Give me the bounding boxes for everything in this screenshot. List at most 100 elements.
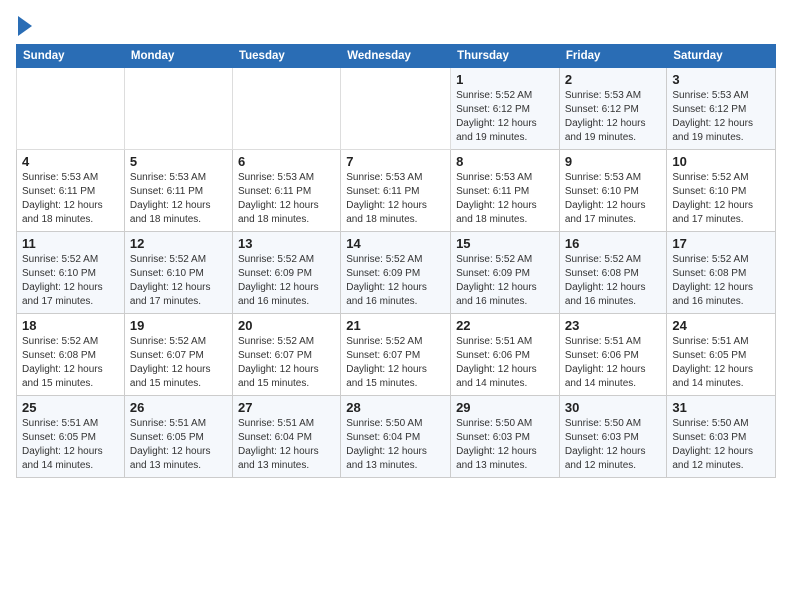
logo-arrow-icon: [18, 16, 32, 36]
day-detail: Sunrise: 5:52 AM Sunset: 6:07 PM Dayligh…: [346, 335, 445, 391]
calendar-cell: 15 Sunrise: 5:52 AM Sunset: 6:09 PM Dayli…: [451, 232, 560, 314]
day-detail: Sunrise: 5:53 AM Sunset: 6:10 PM Dayligh…: [565, 171, 662, 227]
day-number: 6: [238, 154, 335, 169]
weekday-sunday: Sunday: [17, 45, 125, 68]
day-detail: Sunrise: 5:53 AM Sunset: 6:11 PM Dayligh…: [346, 171, 445, 227]
calendar-cell: 5 Sunrise: 5:53 AM Sunset: 6:11 PM Daylig…: [124, 150, 232, 232]
day-detail: Sunrise: 5:53 AM Sunset: 6:12 PM Dayligh…: [565, 89, 662, 145]
day-number: 16: [565, 236, 662, 251]
day-number: 2: [565, 72, 662, 87]
day-detail: Sunrise: 5:50 AM Sunset: 6:03 PM Dayligh…: [456, 417, 554, 473]
day-detail: Sunrise: 5:52 AM Sunset: 6:09 PM Dayligh…: [456, 253, 554, 309]
day-number: 19: [130, 318, 227, 333]
day-number: 28: [346, 400, 445, 415]
day-detail: Sunrise: 5:53 AM Sunset: 6:11 PM Dayligh…: [238, 171, 335, 227]
day-number: 31: [672, 400, 770, 415]
calendar-header: SundayMondayTuesdayWednesdayThursdayFrid…: [17, 45, 776, 68]
day-number: 13: [238, 236, 335, 251]
day-detail: Sunrise: 5:52 AM Sunset: 6:12 PM Dayligh…: [456, 89, 554, 145]
day-detail: Sunrise: 5:52 AM Sunset: 6:08 PM Dayligh…: [672, 253, 770, 309]
day-detail: Sunrise: 5:51 AM Sunset: 6:06 PM Dayligh…: [456, 335, 554, 391]
calendar-cell: 10 Sunrise: 5:52 AM Sunset: 6:10 PM Dayli…: [667, 150, 776, 232]
day-number: 23: [565, 318, 662, 333]
day-number: 30: [565, 400, 662, 415]
calendar-body: 1 Sunrise: 5:52 AM Sunset: 6:12 PM Daylig…: [17, 68, 776, 478]
calendar-cell: 13 Sunrise: 5:52 AM Sunset: 6:09 PM Dayli…: [232, 232, 340, 314]
calendar-cell: 22 Sunrise: 5:51 AM Sunset: 6:06 PM Dayli…: [451, 314, 560, 396]
calendar-cell: 7 Sunrise: 5:53 AM Sunset: 6:11 PM Daylig…: [341, 150, 451, 232]
day-detail: Sunrise: 5:51 AM Sunset: 6:05 PM Dayligh…: [672, 335, 770, 391]
weekday-friday: Friday: [559, 45, 667, 68]
week-row-2: 4 Sunrise: 5:53 AM Sunset: 6:11 PM Daylig…: [17, 150, 776, 232]
day-detail: Sunrise: 5:52 AM Sunset: 6:07 PM Dayligh…: [238, 335, 335, 391]
calendar-cell: 6 Sunrise: 5:53 AM Sunset: 6:11 PM Daylig…: [232, 150, 340, 232]
day-detail: Sunrise: 5:51 AM Sunset: 6:06 PM Dayligh…: [565, 335, 662, 391]
calendar-cell: 12Sunrise: 5:52 AM Sunset: 6:10 PM Dayli…: [124, 232, 232, 314]
day-detail: Sunrise: 5:52 AM Sunset: 6:09 PM Dayligh…: [238, 253, 335, 309]
calendar-cell: 27Sunrise: 5:51 AM Sunset: 6:04 PM Dayli…: [232, 396, 340, 478]
weekday-thursday: Thursday: [451, 45, 560, 68]
day-number: 21: [346, 318, 445, 333]
page-header: [16, 16, 776, 36]
calendar-cell: 26Sunrise: 5:51 AM Sunset: 6:05 PM Dayli…: [124, 396, 232, 478]
calendar-cell: 4 Sunrise: 5:53 AM Sunset: 6:11 PM Daylig…: [17, 150, 125, 232]
calendar-cell: 31 Sunrise: 5:50 AM Sunset: 6:03 PM Dayli…: [667, 396, 776, 478]
day-number: 12: [130, 236, 227, 251]
day-number: 18: [22, 318, 119, 333]
day-detail: Sunrise: 5:51 AM Sunset: 6:05 PM Dayligh…: [22, 417, 119, 473]
calendar-cell: [124, 68, 232, 150]
day-number: 20: [238, 318, 335, 333]
day-detail: Sunrise: 5:53 AM Sunset: 6:11 PM Dayligh…: [130, 171, 227, 227]
day-number: 5: [130, 154, 227, 169]
weekday-saturday: Saturday: [667, 45, 776, 68]
calendar-cell: 30 Sunrise: 5:50 AM Sunset: 6:03 PM Dayli…: [559, 396, 667, 478]
weekday-wednesday: Wednesday: [341, 45, 451, 68]
day-detail: Sunrise: 5:50 AM Sunset: 6:03 PM Dayligh…: [565, 417, 662, 473]
week-row-1: 1 Sunrise: 5:52 AM Sunset: 6:12 PM Daylig…: [17, 68, 776, 150]
day-number: 17: [672, 236, 770, 251]
day-number: 7: [346, 154, 445, 169]
week-row-5: 25 Sunrise: 5:51 AM Sunset: 6:05 PM Dayli…: [17, 396, 776, 478]
calendar-cell: 16Sunrise: 5:52 AM Sunset: 6:08 PM Dayli…: [559, 232, 667, 314]
day-number: 22: [456, 318, 554, 333]
day-number: 10: [672, 154, 770, 169]
weekday-row: SundayMondayTuesdayWednesdayThursdayFrid…: [17, 45, 776, 68]
calendar-cell: 25 Sunrise: 5:51 AM Sunset: 6:05 PM Dayli…: [17, 396, 125, 478]
calendar-cell: 24 Sunrise: 5:51 AM Sunset: 6:05 PM Dayli…: [667, 314, 776, 396]
day-number: 9: [565, 154, 662, 169]
calendar-cell: 3 Sunrise: 5:53 AM Sunset: 6:12 PM Daylig…: [667, 68, 776, 150]
calendar-cell: 14Sunrise: 5:52 AM Sunset: 6:09 PM Dayli…: [341, 232, 451, 314]
day-number: 4: [22, 154, 119, 169]
day-number: 29: [456, 400, 554, 415]
day-number: 15: [456, 236, 554, 251]
calendar-cell: 18 Sunrise: 5:52 AM Sunset: 6:08 PM Dayli…: [17, 314, 125, 396]
week-row-3: 11Sunrise: 5:52 AM Sunset: 6:10 PM Dayli…: [17, 232, 776, 314]
day-number: 11: [22, 236, 119, 251]
day-number: 1: [456, 72, 554, 87]
calendar-cell: [17, 68, 125, 150]
calendar-cell: 23 Sunrise: 5:51 AM Sunset: 6:06 PM Dayli…: [559, 314, 667, 396]
day-number: 25: [22, 400, 119, 415]
calendar-cell: 20 Sunrise: 5:52 AM Sunset: 6:07 PM Dayli…: [232, 314, 340, 396]
week-row-4: 18 Sunrise: 5:52 AM Sunset: 6:08 PM Dayli…: [17, 314, 776, 396]
calendar-cell: [232, 68, 340, 150]
calendar-cell: 17 Sunrise: 5:52 AM Sunset: 6:08 PM Dayli…: [667, 232, 776, 314]
day-detail: Sunrise: 5:50 AM Sunset: 6:03 PM Dayligh…: [672, 417, 770, 473]
day-detail: Sunrise: 5:52 AM Sunset: 6:09 PM Dayligh…: [346, 253, 445, 309]
day-detail: Sunrise: 5:53 AM Sunset: 6:12 PM Dayligh…: [672, 89, 770, 145]
day-number: 3: [672, 72, 770, 87]
calendar-cell: 1 Sunrise: 5:52 AM Sunset: 6:12 PM Daylig…: [451, 68, 560, 150]
calendar-cell: 28Sunrise: 5:50 AM Sunset: 6:04 PM Dayli…: [341, 396, 451, 478]
day-detail: Sunrise: 5:52 AM Sunset: 6:10 PM Dayligh…: [672, 171, 770, 227]
calendar-table: SundayMondayTuesdayWednesdayThursdayFrid…: [16, 44, 776, 478]
calendar-cell: 29 Sunrise: 5:50 AM Sunset: 6:03 PM Dayli…: [451, 396, 560, 478]
day-number: 24: [672, 318, 770, 333]
calendar-cell: 19Sunrise: 5:52 AM Sunset: 6:07 PM Dayli…: [124, 314, 232, 396]
day-detail: Sunrise: 5:52 AM Sunset: 6:08 PM Dayligh…: [22, 335, 119, 391]
calendar-cell: 2 Sunrise: 5:53 AM Sunset: 6:12 PM Daylig…: [559, 68, 667, 150]
day-detail: Sunrise: 5:53 AM Sunset: 6:11 PM Dayligh…: [22, 171, 119, 227]
day-detail: Sunrise: 5:53 AM Sunset: 6:11 PM Dayligh…: [456, 171, 554, 227]
calendar-cell: 8Sunrise: 5:53 AM Sunset: 6:11 PM Daylig…: [451, 150, 560, 232]
logo: [16, 16, 32, 36]
weekday-monday: Monday: [124, 45, 232, 68]
